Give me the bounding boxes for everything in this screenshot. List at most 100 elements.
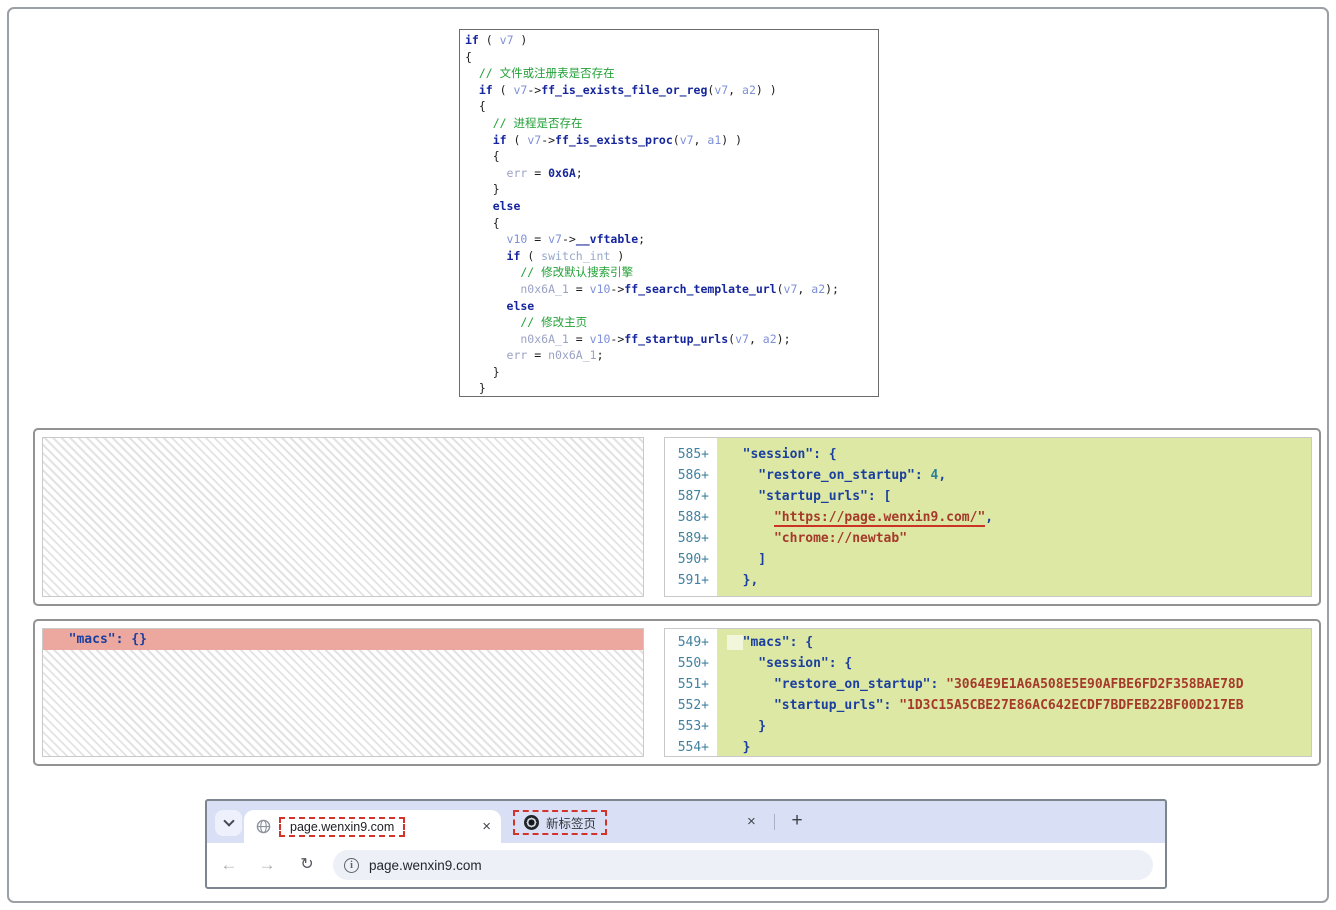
- back-button[interactable]: ←: [215, 851, 243, 879]
- code-segment: v7: [500, 33, 514, 47]
- code-segment: =: [527, 232, 548, 246]
- code-segment: err: [465, 348, 527, 362]
- tab2-annotation-box[interactable]: 新标签页: [513, 810, 607, 835]
- code-line: else: [465, 298, 878, 315]
- code-segment: );: [825, 282, 839, 296]
- code-segment: =: [569, 332, 590, 346]
- tab-strip: page.wenxin9.com × 新标签页 × +: [207, 801, 1165, 843]
- code-segment: "https://page.wenxin9.com/": [774, 510, 985, 527]
- diff-line-number: 589+: [665, 528, 709, 549]
- code-segment: ;: [576, 166, 583, 180]
- diff-added-line: "https://page.wenxin9.com/",: [727, 507, 1311, 528]
- tab-search-button[interactable]: [215, 810, 242, 836]
- code-segment: ->: [610, 282, 624, 296]
- code-line: else: [465, 198, 878, 215]
- chevron-down-icon: [223, 815, 234, 826]
- code-line: n0x6A_1 = v10->ff_search_template_url(v7…: [465, 281, 878, 298]
- code-segment: );: [777, 332, 791, 346]
- code-line: if ( switch_int ): [465, 248, 878, 265]
- code-segment: "session": [727, 447, 813, 462]
- diff-line-number: 588+: [665, 507, 709, 528]
- code-segment: v7: [735, 332, 749, 346]
- code-segment: // 文件或注册表是否存在: [465, 66, 615, 80]
- diff1-left-missing-panel: [42, 437, 644, 597]
- code-segment: // 修改默认搜索引擎: [465, 265, 633, 279]
- code-segment: "startup_urls": [727, 489, 868, 504]
- diff-added-line: },: [727, 570, 1311, 591]
- code-segment: ]: [727, 552, 766, 567]
- diff-line-number: 590+: [665, 549, 709, 570]
- diff2-right-panel: 549+550+551+552+553+554+ "macs": { "sess…: [664, 628, 1312, 757]
- code-segment: if: [465, 83, 493, 97]
- diff-added-line: "macs": {: [727, 632, 1311, 653]
- new-tab-button[interactable]: +: [784, 807, 810, 835]
- diff2-left-panel: "macs": {}: [42, 628, 644, 757]
- code-segment: {: [465, 99, 486, 113]
- code-segment: "macs": [743, 635, 790, 650]
- new-tab-page-icon: [524, 815, 539, 830]
- diff-added-line: "session": {: [727, 653, 1311, 674]
- code-segment: ,: [985, 510, 993, 525]
- code-segment: (: [507, 133, 528, 147]
- code-segment: (: [777, 282, 784, 296]
- code-line: if ( v7 ): [465, 32, 878, 49]
- code-segment: ) ): [756, 83, 777, 97]
- tab-page-wenxin9[interactable]: page.wenxin9.com ×: [244, 810, 501, 843]
- tab1-title: page.wenxin9.com: [290, 820, 394, 834]
- reload-button[interactable]: ↻: [293, 851, 321, 879]
- code-segment: ff_is_exists_proc: [555, 133, 673, 147]
- code-segment: ,: [694, 133, 708, 147]
- code-line: {: [465, 148, 878, 165]
- code-segment: },: [727, 573, 758, 588]
- code-segment: (: [673, 133, 680, 147]
- code-segment: : {}: [116, 632, 147, 647]
- code-segment: =: [569, 282, 590, 296]
- outer-frame: if ( v7 ) { // 文件或注册表是否存在 if ( v7 -> ff_is_…: [7, 7, 1329, 903]
- tab1-close-button[interactable]: ×: [482, 819, 491, 834]
- code-segment: if: [465, 249, 520, 263]
- code-segment: a2: [763, 332, 777, 346]
- code-line: // 修改默认搜索引擎: [465, 264, 878, 281]
- tab2-close-button[interactable]: ×: [747, 814, 756, 829]
- code-segment: ,: [749, 332, 763, 346]
- code-segment: }: [727, 719, 766, 734]
- diff-added-line: "startup_urls": "1D3C15A5CBE27E86AC642EC…: [727, 695, 1311, 716]
- diff-line-number: 554+: [665, 737, 709, 757]
- code-segment: :: [884, 698, 900, 713]
- diff-added-line: ]: [727, 549, 1311, 570]
- tab1-title-annotation-box: page.wenxin9.com: [279, 817, 405, 837]
- code-line: {: [465, 215, 878, 232]
- code-segment: ->: [562, 232, 576, 246]
- code-segment: (: [479, 33, 500, 47]
- diff1-divider: [644, 437, 664, 597]
- code-segment: : {: [829, 656, 852, 671]
- diff-line-number: 553+: [665, 716, 709, 737]
- code-segment: : {: [813, 447, 836, 462]
- diff-added-line: "startup_urls": [: [727, 486, 1311, 507]
- code-segment: v10: [465, 232, 527, 246]
- diff-line-number: 549+: [665, 632, 709, 653]
- code-segment: =: [527, 166, 548, 180]
- code-segment: v10: [590, 282, 611, 296]
- code-segment: "3064E9E1A6A508E5E90AFBE6FD2F358BAE78D: [946, 677, 1243, 692]
- code-segment: "session": [727, 656, 829, 671]
- code-segment: v10: [590, 332, 611, 346]
- address-bar[interactable]: i page.wenxin9.com: [333, 850, 1153, 880]
- code-segment: "restore_on_startup": [727, 468, 915, 483]
- code-segment: ->: [527, 83, 541, 97]
- site-info-icon[interactable]: i: [344, 858, 359, 873]
- code-segment: a2: [811, 282, 825, 296]
- code-segment: (: [493, 83, 514, 97]
- diff-added-line: }: [727, 716, 1311, 737]
- code-segment: ,: [797, 282, 811, 296]
- forward-button[interactable]: →: [253, 851, 281, 879]
- code-segment: "macs": [53, 632, 116, 647]
- code-segment: err: [465, 166, 527, 180]
- diff-added-line: "restore_on_startup": "3064E9E1A6A508E5E…: [727, 674, 1311, 695]
- code-line: // 文件或注册表是否存在: [465, 65, 878, 82]
- deleted-line: "macs": {}: [43, 629, 643, 650]
- code-segment: 0x6A: [548, 166, 576, 180]
- browser-window: page.wenxin9.com × 新标签页 × + ← → ↻ i page…: [205, 799, 1167, 889]
- code-segment: v7: [527, 133, 541, 147]
- diff-added-line: }: [727, 737, 1311, 756]
